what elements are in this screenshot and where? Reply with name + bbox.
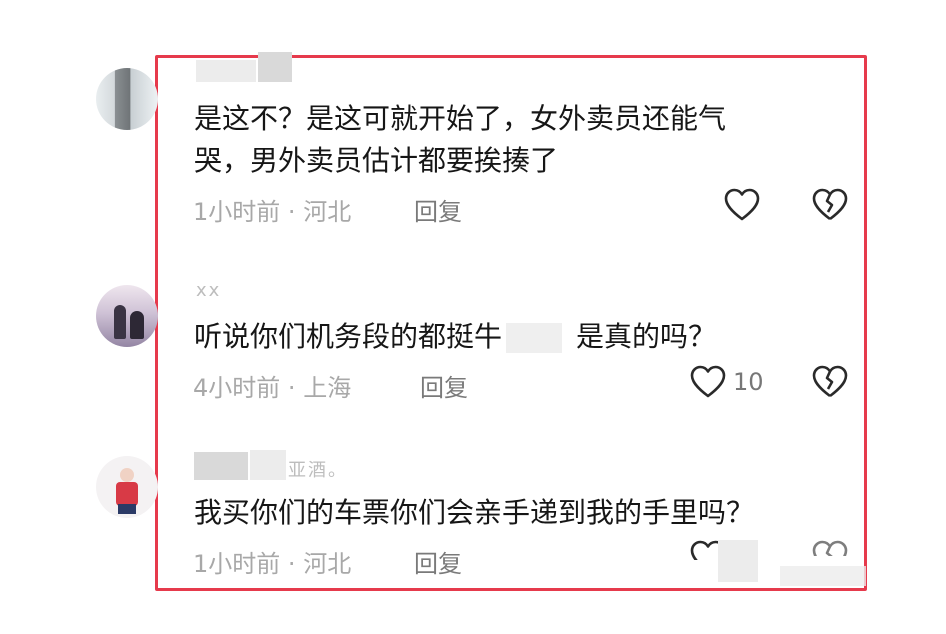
heart-outline-icon[interactable] <box>690 365 726 399</box>
watermark-redacted <box>780 566 866 586</box>
username-redacted <box>250 450 286 480</box>
avatar-head <box>120 468 134 482</box>
username-suffix[interactable]: 亚酒。 <box>288 456 348 482</box>
heart-outline-icon[interactable] <box>724 188 760 222</box>
username-redacted <box>196 60 256 82</box>
comment-meta: 1小时前 · 河北 <box>193 192 351 227</box>
avatar-body <box>116 482 138 506</box>
avatar-figure <box>130 311 144 339</box>
comment-text-line-1: 是这不？是这可就开始了，女外卖员还能气 <box>194 102 727 135</box>
broken-heart-icon[interactable] <box>812 188 848 222</box>
comment-time: 4小时前 <box>193 374 281 402</box>
comment-location: 上海 <box>303 374 352 402</box>
avatar[interactable] <box>96 285 158 347</box>
meta-separator: · <box>287 374 296 402</box>
reply-button[interactable]: 回复 <box>414 544 462 579</box>
reply-button[interactable]: 回复 <box>414 192 462 227</box>
comment-text: 我买你们的车票你们会亲手递到我的手里吗？ <box>194 496 755 529</box>
username-redacted <box>194 452 248 480</box>
username-redacted <box>258 52 292 82</box>
text-redacted <box>506 323 563 353</box>
avatar-figure <box>114 305 126 339</box>
comment-meta: 4小时前 · 上海 <box>193 368 351 403</box>
meta-separator: · <box>287 550 296 578</box>
comment-location: 河北 <box>303 550 352 578</box>
broken-heart-icon[interactable] <box>812 365 848 399</box>
comment-time: 1小时前 <box>193 550 281 578</box>
comment-text: 听说你们机务段的都挺牛 是真的吗？ <box>194 316 716 358</box>
comment-location: 河北 <box>303 198 352 226</box>
username[interactable]: xx <box>196 280 221 301</box>
comment-text-part-2: 是真的吗？ <box>576 320 717 353</box>
comment-text-line-2: 哭，男外卖员估计都要挨揍了 <box>194 144 559 177</box>
reply-button[interactable]: 回复 <box>420 368 468 403</box>
watermark-redacted <box>718 540 758 582</box>
comment-meta: 1小时前 · 河北 <box>193 544 351 579</box>
avatar-legs <box>118 504 136 514</box>
avatar[interactable] <box>96 456 158 518</box>
meta-separator: · <box>287 198 296 226</box>
avatar[interactable] <box>96 68 158 130</box>
broken-heart-icon[interactable] <box>812 540 848 556</box>
comment-time: 1小时前 <box>193 198 281 226</box>
comment-text-part-1: 听说你们机务段的都挺牛 <box>194 320 503 353</box>
like-count: 10 <box>733 368 764 396</box>
